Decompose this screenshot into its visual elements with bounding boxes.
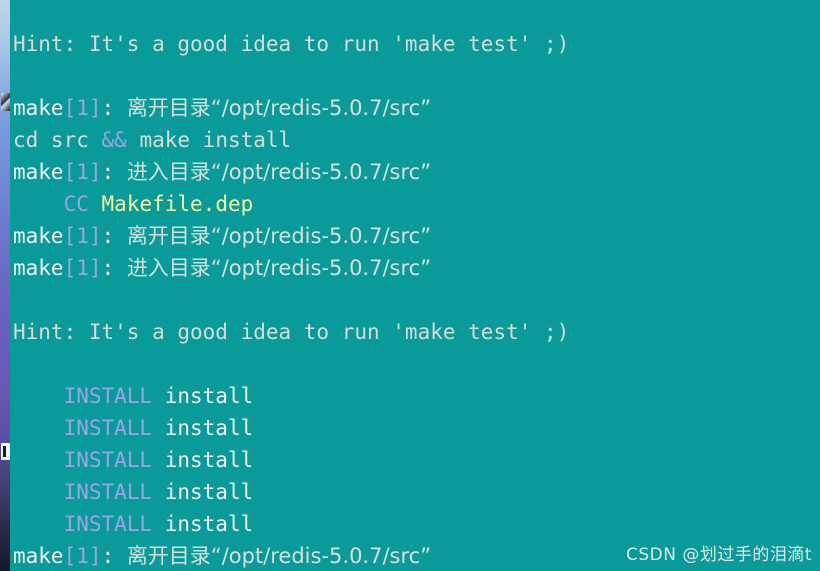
terminal-token: [1] <box>63 160 102 184</box>
terminal-token: make <box>13 224 64 248</box>
terminal-token: INSTALL <box>63 384 153 408</box>
terminal-output[interactable]: Hint: It's a good idea to run 'make test… <box>13 28 820 571</box>
terminal-token: INSTALL <box>63 416 153 440</box>
terminal-token: && <box>101 128 127 152</box>
terminal-line-make: make[1]: 离开目录“/opt/redis-5.0.7/src” <box>13 220 820 252</box>
terminal-token: install <box>152 448 254 472</box>
terminal-token: cd src <box>13 128 102 152</box>
terminal-line-install: INSTALL install <box>13 444 820 476</box>
terminal-token: : <box>101 544 127 568</box>
terminal-line-make: make[1]: 进入目录“/opt/redis-5.0.7/src” <box>13 156 820 188</box>
desktop-icon-top[interactable] <box>1 93 10 111</box>
terminal-token: make install <box>126 128 292 152</box>
terminal-line-install: INSTALL install <box>13 476 820 508</box>
terminal-token: INSTALL <box>63 512 153 536</box>
terminal-token: 离开目录“/opt/redis-5.0.7/src” <box>126 96 432 120</box>
desktop-wallpaper-strip <box>0 0 10 571</box>
terminal-token: [1] <box>63 224 102 248</box>
terminal-line-make: make[1]: 离开目录“/opt/redis-5.0.7/src” <box>13 92 820 124</box>
screenshot-root: Hint: It's a good idea to run 'make test… <box>0 0 820 571</box>
terminal-token: : <box>101 160 127 184</box>
terminal-token: [1] <box>63 544 102 568</box>
terminal-token: make <box>13 96 64 120</box>
terminal-token: make <box>13 256 64 280</box>
terminal-token: 进入目录“/opt/redis-5.0.7/src” <box>126 160 432 184</box>
terminal-line-compile: CC Makefile.dep <box>13 188 820 220</box>
terminal-line-hint: Hint: It's a good idea to run 'make test… <box>13 316 820 348</box>
terminal-line-install: INSTALL install <box>13 380 820 412</box>
terminal-line-install: INSTALL install <box>13 412 820 444</box>
terminal-token: : <box>101 224 127 248</box>
terminal-token: make <box>13 160 64 184</box>
terminal-token: INSTALL <box>63 480 153 504</box>
terminal-token: install <box>152 480 254 504</box>
terminal-token: 进入目录“/opt/redis-5.0.7/src” <box>126 256 432 280</box>
terminal-line-install: INSTALL install <box>13 508 820 540</box>
terminal-token: install <box>152 416 254 440</box>
terminal-token: install <box>152 384 254 408</box>
terminal-token: [1] <box>63 96 102 120</box>
terminal-token: Makefile.dep <box>101 192 254 216</box>
terminal-token: CC <box>63 192 89 216</box>
terminal-line-command: cd src && make install <box>13 124 820 156</box>
terminal-token: Hint: It's a good idea to run 'make test… <box>13 32 570 56</box>
terminal-line-make: make[1]: 进入目录“/opt/redis-5.0.7/src” <box>13 252 820 284</box>
terminal-token: INSTALL <box>63 448 153 472</box>
terminal-token: Hint: It's a good idea to run 'make test… <box>13 320 570 344</box>
terminal-token: : <box>101 96 127 120</box>
terminal-token: [1] <box>63 256 102 280</box>
terminal-token: make <box>13 544 64 568</box>
terminal-token: 离开目录“/opt/redis-5.0.7/src” <box>126 544 432 568</box>
desktop-icon-bottom[interactable] <box>1 443 10 460</box>
terminal-token: install <box>152 512 254 536</box>
csdn-watermark: CSDN @划过手的泪滴t <box>625 545 812 565</box>
terminal-line-hint: Hint: It's a good idea to run 'make test… <box>13 28 820 60</box>
terminal-token: 离开目录“/opt/redis-5.0.7/src” <box>126 224 432 248</box>
terminal-token: : <box>101 256 127 280</box>
terminal-window[interactable]: Hint: It's a good idea to run 'make test… <box>10 0 820 571</box>
